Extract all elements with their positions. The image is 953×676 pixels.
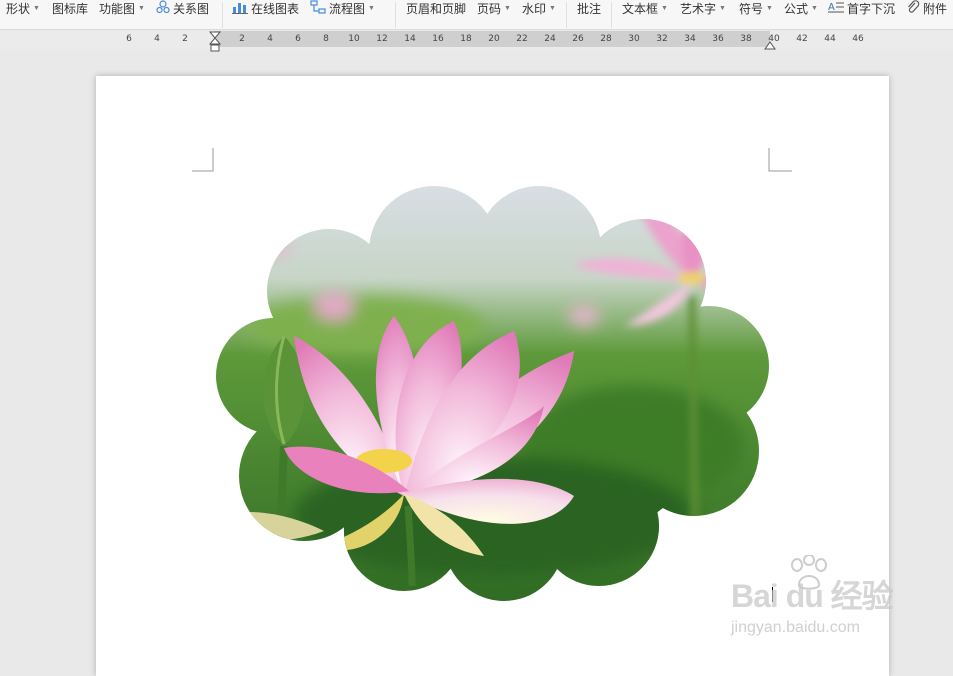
comment-label: 批注 xyxy=(577,2,602,16)
comment-button[interactable]: 批注 xyxy=(577,0,601,18)
formula-button[interactable]: 公式 ▼ xyxy=(784,0,818,18)
attachment-button[interactable]: 附件 xyxy=(906,0,947,18)
word-art-label: 艺术字 xyxy=(680,2,717,16)
formula-label: 公式 xyxy=(784,2,809,16)
document-page[interactable]: Bai du 经验 jingyan.baidu.com xyxy=(96,76,894,676)
ruler-tick-label: 34 xyxy=(684,34,696,44)
toolbar-divider xyxy=(611,2,612,28)
cloud-shaped-lotus-image[interactable] xyxy=(214,186,774,606)
online-chart-label: 在线图表 xyxy=(251,2,300,16)
online-chart-button[interactable]: 在线图表 xyxy=(232,0,299,18)
ruler-tick-label: 28 xyxy=(600,34,612,44)
word-art-button[interactable]: 艺术字 ▼ xyxy=(680,0,726,18)
chevron-down-icon: ▼ xyxy=(504,5,511,12)
first-line-indent-marker[interactable] xyxy=(208,31,222,58)
flowchart-label: 流程图 xyxy=(329,2,366,16)
header-footer-button[interactable]: 页眉和页脚 xyxy=(406,0,466,18)
ruler-tick-label: 32 xyxy=(656,34,668,44)
horizontal-ruler[interactable]: 6 4 2 2 4 6 8 10 12 14 16 18 20 22 24 26 28 30 32 34 36 38 40 4… xyxy=(0,31,953,52)
ruler-tick-label: 6 xyxy=(295,34,301,44)
icon-library-button[interactable]: 图标库 xyxy=(52,0,88,18)
toolbar-divider xyxy=(395,2,396,28)
ruler-tick-label: 42 xyxy=(796,34,808,44)
ruler-tick-label: 30 xyxy=(628,34,640,44)
page-number-label: 页码 xyxy=(477,2,502,16)
flowchart-icon xyxy=(310,0,326,19)
relationship-chart-button[interactable]: 关系图 xyxy=(156,0,209,18)
watermark-label: 水印 xyxy=(522,2,547,16)
shape-button[interactable]: 形状 ▼ xyxy=(6,0,40,18)
attachment-label: 附件 xyxy=(923,2,948,16)
relationship-chart-label: 关系图 xyxy=(173,2,210,16)
drop-cap-button[interactable]: A 首字下沉 xyxy=(828,0,895,18)
ruler-tick-label: 6 xyxy=(126,34,132,44)
icon-library-label: 图标库 xyxy=(52,2,89,16)
paperclip-icon xyxy=(906,0,920,19)
chevron-down-icon: ▼ xyxy=(811,5,818,12)
ruler-tick-label: 16 xyxy=(432,34,444,44)
ruler-tick-label: 2 xyxy=(182,34,188,44)
text-box-label: 文本框 xyxy=(622,2,659,16)
toolbar-divider xyxy=(222,2,223,28)
ruler-tick-label: 26 xyxy=(572,34,584,44)
ruler-tick-label: 14 xyxy=(404,34,416,44)
ruler-tick-label: 2 xyxy=(239,34,245,44)
ruler-tick-label: 10 xyxy=(348,34,360,44)
ruler-tick-label: 4 xyxy=(267,34,273,44)
ruler-tick-label: 8 xyxy=(323,34,329,44)
chevron-down-icon: ▼ xyxy=(33,5,40,12)
watermark-brand: Bai du 经验 xyxy=(731,578,894,614)
margin-corner-top-right xyxy=(768,148,792,172)
header-footer-label: 页眉和页脚 xyxy=(406,2,467,16)
watermark-button[interactable]: 水印 ▼ xyxy=(522,0,556,18)
ruler-tick-label: 4 xyxy=(154,34,160,44)
ruler-tick-label: 44 xyxy=(824,34,836,44)
page-number-button[interactable]: 页码 ▼ xyxy=(477,0,511,18)
symbol-button[interactable]: 符号 ▼ xyxy=(739,0,773,18)
baidu-watermark: Bai du 经验 jingyan.baidu.com xyxy=(731,555,901,643)
ruler-tick-label: 38 xyxy=(740,34,752,44)
function-chart-button[interactable]: 功能图 ▼ xyxy=(99,0,145,18)
insert-toolbar: 形状 ▼ 图标库 功能图 ▼ 关系图 在线图表 流程图 ▼ 页眉和页脚 页码 ▼ 水印 ▼… xyxy=(0,0,953,30)
chevron-down-icon: ▼ xyxy=(661,5,668,12)
ruler-tick-label: 24 xyxy=(544,34,556,44)
ruler-tick-label: 20 xyxy=(488,34,500,44)
function-chart-label: 功能图 xyxy=(99,2,136,16)
ruler-tick-label: 22 xyxy=(516,34,528,44)
flowchart-button[interactable]: 流程图 ▼ xyxy=(310,0,375,18)
chevron-down-icon: ▼ xyxy=(138,5,145,12)
ruler-tick-label: 12 xyxy=(376,34,388,44)
ruler-tick-label: 36 xyxy=(712,34,724,44)
toolbar-divider xyxy=(566,2,567,28)
margin-corner-top-left xyxy=(192,148,214,172)
online-chart-icon xyxy=(232,0,248,19)
ruler-tick-label: 18 xyxy=(460,34,472,44)
chevron-down-icon: ▼ xyxy=(719,5,726,12)
drop-cap-label: 首字下沉 xyxy=(847,2,896,16)
drop-cap-icon: A xyxy=(828,0,844,19)
symbol-label: 符号 xyxy=(739,2,764,16)
watermark-url: jingyan.baidu.com xyxy=(731,619,860,636)
chevron-down-icon: ▼ xyxy=(766,5,773,12)
ruler-tick-label: 46 xyxy=(852,34,864,44)
chevron-down-icon: ▼ xyxy=(549,5,556,12)
svg-text:A: A xyxy=(828,2,835,13)
shape-label: 形状 xyxy=(6,2,31,16)
right-indent-marker[interactable] xyxy=(764,37,776,55)
text-box-button[interactable]: 文本框 ▼ xyxy=(622,0,668,18)
relationship-icon xyxy=(156,0,170,19)
chevron-down-icon: ▼ xyxy=(368,5,375,12)
